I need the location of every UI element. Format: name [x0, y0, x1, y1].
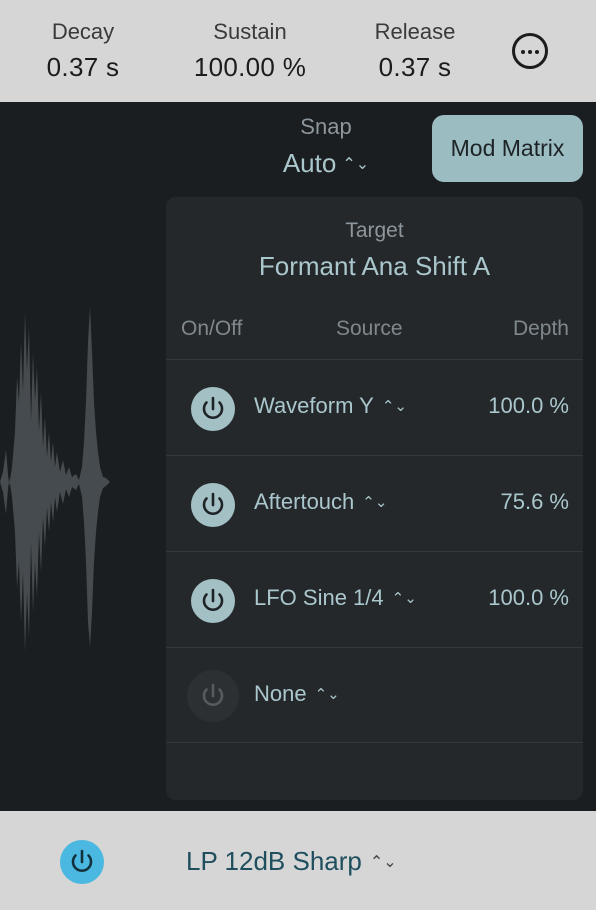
depth-value[interactable]: 75.6 % — [501, 489, 570, 515]
sustain-value[interactable]: 100.00 % — [178, 50, 322, 84]
sustain-label: Sustain — [213, 19, 287, 44]
decay-value[interactable]: 0.37 s — [28, 50, 138, 84]
source-selector[interactable]: None ⌃⌄ — [254, 681, 340, 707]
release-value[interactable]: 0.37 s — [360, 50, 470, 84]
more-options-button[interactable] — [512, 33, 548, 69]
source-value: Waveform Y — [254, 393, 374, 418]
filter-type-value: LP 12dB Sharp — [186, 846, 362, 876]
source-selector[interactable]: Waveform Y ⌃⌄ — [254, 393, 407, 419]
envelope-bar: Decay 0.37 s Sustain 100.00 % Release 0.… — [0, 0, 596, 102]
filter-power-toggle[interactable] — [60, 840, 104, 884]
source-selector[interactable]: LFO Sine 1/4 ⌃⌄ — [254, 585, 417, 611]
target-label: Target — [345, 219, 404, 242]
decay-label: Decay — [51, 19, 115, 44]
power-icon — [202, 492, 224, 515]
snap-selector[interactable]: Auto ⌃⌄ — [266, 148, 386, 179]
power-icon — [202, 588, 224, 611]
mod-matrix-panel: Snap Auto ⌃⌄ Mod Matrix Target Formant An… — [0, 102, 596, 811]
depth-value[interactable]: 100.0 % — [488, 393, 569, 419]
mod-row: LFO Sine 1/4 ⌃⌄ 100.0 % — [166, 551, 583, 647]
mod-row: Waveform Y ⌃⌄ 100.0 % — [166, 359, 583, 455]
source-value: None — [254, 681, 307, 706]
target-value[interactable]: Formant Ana Shift A — [166, 251, 583, 282]
source-value: LFO Sine 1/4 — [254, 585, 384, 610]
source-selector[interactable]: Aftertouch ⌃⌄ — [254, 489, 387, 515]
mod-row: Aftertouch ⌃⌄ 75.6 % — [166, 455, 583, 551]
filter-bar: LP 12dB Sharp ⌃⌄ — [0, 811, 596, 910]
mod-matrix-card: Target Formant Ana Shift A On/Off Source… — [166, 197, 583, 800]
chevron-updown-icon: ⌃⌄ — [314, 686, 340, 703]
mod-matrix-button[interactable]: Mod Matrix — [432, 115, 583, 182]
sustain-control[interactable]: Sustain 100.00 % — [178, 18, 322, 84]
release-control[interactable]: Release 0.37 s — [360, 18, 470, 84]
chevron-updown-icon: ⌃⌄ — [369, 854, 397, 871]
column-header-depth: Depth — [512, 317, 569, 340]
power-toggle[interactable] — [191, 483, 235, 527]
column-header-onoff: On/Off — [181, 317, 243, 340]
power-icon — [71, 849, 93, 872]
source-value: Aftertouch — [254, 489, 355, 514]
row-divider — [166, 742, 583, 743]
chevron-updown-icon: ⌃⌄ — [362, 494, 388, 511]
power-toggle[interactable] — [187, 670, 239, 722]
power-icon — [202, 683, 224, 706]
mod-row: None ⌃⌄ — [166, 647, 583, 743]
power-toggle[interactable] — [191, 387, 235, 431]
waveform-display — [0, 307, 110, 652]
ellipsis-dot — [535, 50, 539, 54]
power-icon — [202, 396, 224, 419]
chevron-updown-icon: ⌃⌄ — [381, 398, 407, 415]
snap-label: Snap — [300, 114, 352, 139]
chevron-updown-icon: ⌃⌄ — [391, 590, 417, 607]
ellipsis-dot — [528, 50, 532, 54]
filter-type-selector[interactable]: LP 12dB Sharp ⌃⌄ — [186, 846, 397, 877]
chevron-updown-icon: ⌃⌄ — [342, 156, 370, 173]
ellipsis-icon — [521, 50, 525, 54]
decay-control[interactable]: Decay 0.37 s — [28, 18, 138, 84]
depth-value[interactable]: 100.0 % — [488, 585, 569, 611]
power-toggle[interactable] — [191, 579, 235, 623]
release-label: Release — [374, 19, 456, 44]
column-header-source: Source — [336, 317, 403, 340]
snap-value: Auto — [282, 148, 337, 178]
